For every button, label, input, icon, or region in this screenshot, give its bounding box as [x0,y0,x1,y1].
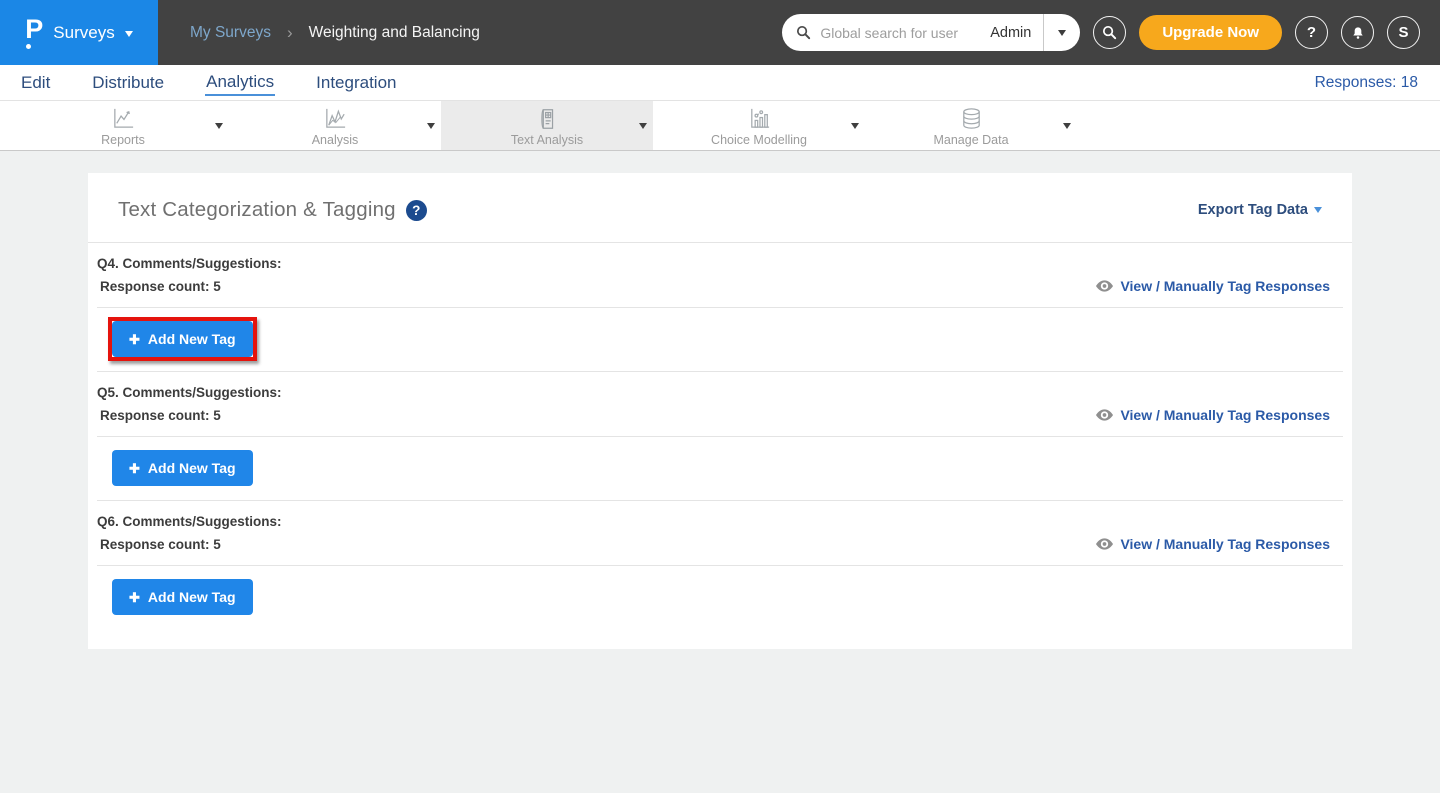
question-sections: Q4. Comments/Suggestions: Response count… [88,243,1352,629]
plus-icon: ✚ [129,462,140,475]
brand-surveys-menu[interactable]: P Surveys [0,0,158,65]
responses-count-label: Responses: 18 [1315,74,1440,92]
toolbar-item-label: Analysis [312,133,359,147]
topbar-actions: Admin Upgrade Now ? S [782,14,1440,51]
panel-header: Text Categorization & Tagging ? Export T… [88,173,1352,242]
tab-distribute[interactable]: Distribute [91,71,165,95]
manage-data-dropdown-icon[interactable] [1063,123,1071,129]
add-new-tag-label: Add New Tag [148,589,236,605]
view-manually-tag-link[interactable]: View / Manually Tag Responses [1096,536,1343,552]
response-count-row: Response count: 5 View / Manually Tag Re… [97,407,1343,423]
upgrade-now-button[interactable]: Upgrade Now [1139,15,1282,50]
view-manually-tag-label: View / Manually Tag Responses [1120,407,1330,423]
database-icon [959,105,984,131]
question-mark-icon: ? [1307,24,1316,41]
tab-analytics[interactable]: Analytics [205,70,275,96]
global-search-box[interactable]: Admin [782,14,1080,51]
bell-icon [1350,25,1366,41]
add-new-tag-button[interactable]: ✚ Add New Tag [112,450,253,486]
line-chart-icon [111,105,136,131]
add-new-tag-label: Add New Tag [148,331,236,347]
chevron-down-icon [125,31,133,37]
eye-icon [1096,538,1113,550]
question-mark-icon: ? [412,203,420,218]
analysis-dropdown-icon[interactable] [427,123,435,129]
chevron-down-icon [1058,30,1066,36]
brand-label: Surveys [53,23,114,43]
response-count-row: Response count: 5 View / Manually Tag Re… [97,278,1343,294]
add-tag-row: ✚ Add New Tag [97,437,1343,500]
breadcrumb-separator-icon: › [287,23,293,43]
page-title: Text Categorization & Tagging [118,198,396,222]
toolbar-item-label: Reports [101,133,145,147]
question-section-q4: Q4. Comments/Suggestions: Response count… [97,243,1343,372]
question-label: Q5. Comments/Suggestions: [97,385,1343,400]
add-tag-row: ✚ Add New Tag [97,566,1343,629]
plus-icon: ✚ [129,591,140,604]
toolbar-item-analysis[interactable]: Analysis [229,101,441,150]
search-scope-label: Admin [990,25,1043,41]
search-icon [795,24,812,41]
toolbar-item-manage-data[interactable]: Manage Data [865,101,1077,150]
breadcrumb-my-surveys[interactable]: My Surveys [190,24,271,42]
avatar-initial: S [1398,24,1408,41]
reports-dropdown-icon[interactable] [215,123,223,129]
tab-integration[interactable]: Integration [315,71,397,95]
add-new-tag-label: Add New Tag [148,460,236,476]
title-help-button[interactable]: ? [406,200,427,221]
response-count-label: Response count: 5 [97,408,221,423]
text-tagging-panel: Text Categorization & Tagging ? Export T… [88,173,1352,649]
toolbar-item-text-analysis[interactable]: Text Analysis [441,101,653,150]
notifications-button[interactable] [1341,16,1374,49]
tab-edit[interactable]: Edit [20,71,51,95]
question-section-q6: Q6. Comments/Suggestions: Response count… [97,501,1343,629]
scatter-bars-icon [747,105,772,131]
area-chart-icon [323,105,348,131]
search-button[interactable] [1093,16,1126,49]
breadcrumb-current-survey: Weighting and Balancing [309,24,480,42]
plus-icon: ✚ [129,333,140,346]
view-manually-tag-label: View / Manually Tag Responses [1120,278,1330,294]
toolbar-item-label: Text Analysis [511,133,583,147]
choice-modelling-dropdown-icon[interactable] [851,123,859,129]
add-new-tag-button[interactable]: ✚ Add New Tag [112,579,253,615]
response-count-row: Response count: 5 View / Manually Tag Re… [97,536,1343,552]
toolbar-item-reports[interactable]: Reports [17,101,229,150]
view-manually-tag-label: View / Manually Tag Responses [1120,536,1330,552]
view-manually-tag-link[interactable]: View / Manually Tag Responses [1096,407,1343,423]
document-grid-icon [535,105,559,131]
search-scope-dropdown[interactable] [1044,30,1080,36]
breadcrumb: My Surveys › Weighting and Balancing [190,23,480,43]
top-bar: P Surveys My Surveys › Weighting and Bal… [0,0,1440,65]
view-manually-tag-link[interactable]: View / Manually Tag Responses [1096,278,1343,294]
toolbar-item-choice-modelling[interactable]: Choice Modelling [653,101,865,150]
export-tag-data-dropdown[interactable]: Export Tag Data [1198,202,1322,218]
text-analysis-dropdown-icon[interactable] [639,123,647,129]
eye-icon [1096,409,1113,421]
global-search-input[interactable] [812,25,990,41]
eye-icon [1096,280,1113,292]
question-label: Q6. Comments/Suggestions: [97,514,1343,529]
response-count-label: Response count: 5 [97,279,221,294]
toolbar-item-label: Choice Modelling [711,133,807,147]
toolbar-item-label: Manage Data [933,133,1008,147]
question-label: Q4. Comments/Suggestions: [97,256,1343,271]
analytics-toolbar: Reports Analysis Text Analysis [0,101,1440,151]
help-button[interactable]: ? [1295,16,1328,49]
survey-nav-tabs: Edit Distribute Analytics Integration Re… [0,65,1440,101]
questionpro-logo-icon: P [25,16,43,49]
question-section-q5: Q5. Comments/Suggestions: Response count… [97,372,1343,501]
export-tag-data-label: Export Tag Data [1198,202,1308,218]
chevron-down-icon [1314,207,1322,213]
add-new-tag-button[interactable]: ✚ Add New Tag [112,321,253,357]
main-content: Text Categorization & Tagging ? Export T… [0,151,1440,649]
search-icon [1101,24,1118,41]
add-tag-row: ✚ Add New Tag [97,308,1343,371]
user-avatar[interactable]: S [1387,16,1420,49]
highlight-annotation: ✚ Add New Tag [108,317,257,361]
response-count-label: Response count: 5 [97,537,221,552]
